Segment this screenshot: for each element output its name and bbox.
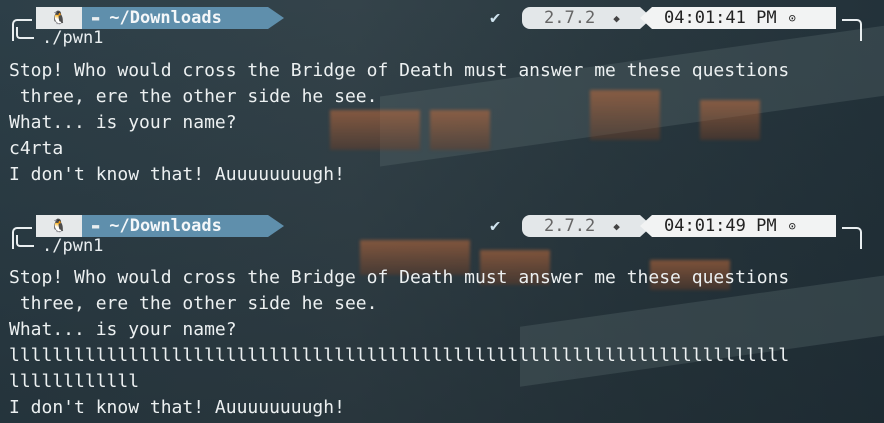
clock-icon: ⊙ xyxy=(788,219,796,233)
output-line: c4rta xyxy=(9,138,64,159)
tux-icon: 🐧 xyxy=(50,218,68,234)
output-line: Stop! Who would cross the Bridge of Deat… xyxy=(9,60,790,81)
ruby-gem-icon: ◆ xyxy=(613,219,620,233)
ruby-gem-icon: ◆ xyxy=(613,11,620,25)
output-line: I don't know that! Auuuuuuuugh! xyxy=(9,397,345,418)
status-check-icon: ✔ xyxy=(490,216,501,236)
prompt-bracket-right xyxy=(842,227,862,249)
output-line: What... is your name? xyxy=(9,112,237,133)
command-text: ./pwn1 xyxy=(42,236,104,256)
prompt-corner xyxy=(16,235,34,247)
output-line: I don't know that! Auuuuuuuugh! xyxy=(9,164,345,185)
os-segment: 🐧 xyxy=(36,7,82,29)
output-line: llllllllllllllllllllllllllllllllllllllll… xyxy=(9,345,790,366)
time-segment: 04:01:41 PM ⊙ xyxy=(640,7,836,29)
command-line: ./pwn1 xyxy=(16,27,103,48)
directory-path: ~/Downloads xyxy=(109,216,222,236)
prompt-line: 🐧 ▬ ~/Downloads ✔ 2.7.2 ◆ 04:01:41 PM ⊙ … xyxy=(8,7,868,51)
os-segment: 🐧 xyxy=(36,215,82,237)
version-segment: 2.7.2 ◆ xyxy=(522,215,652,237)
time-text: 04:01:41 PM xyxy=(664,8,777,28)
clock-icon: ⊙ xyxy=(788,11,796,25)
directory-path: ~/Downloads xyxy=(109,8,222,28)
version-segment: 2.7.2 ◆ xyxy=(522,7,652,29)
output-line: three, ere the other side he see. xyxy=(9,293,378,314)
output-line: three, ere the other side he see. xyxy=(9,86,378,107)
tux-icon: 🐧 xyxy=(50,10,68,26)
version-text: 2.7.2 xyxy=(544,216,596,236)
prompt-bracket-right xyxy=(842,19,862,41)
status-check-icon: ✔ xyxy=(490,8,501,28)
prompt-corner xyxy=(16,27,34,39)
output-line: llllllllllll xyxy=(9,371,140,392)
time-segment: 04:01:49 PM ⊙ xyxy=(640,215,836,237)
directory-segment: ▬ ~/Downloads xyxy=(82,215,284,237)
time-text: 04:01:49 PM xyxy=(664,216,777,236)
folder-icon: ▬ xyxy=(92,11,100,25)
output-line: What... is your name? xyxy=(9,319,237,340)
folder-icon: ▬ xyxy=(92,219,100,233)
directory-segment: ▬ ~/Downloads xyxy=(82,7,284,29)
prompt-line: 🐧 ▬ ~/Downloads ✔ 2.7.2 ◆ 04:01:49 PM ⊙ … xyxy=(8,215,868,259)
terminal-window[interactable]: 🐧 ▬ ~/Downloads ✔ 2.7.2 ◆ 04:01:41 PM ⊙ … xyxy=(0,0,884,423)
command-line: ./pwn1 xyxy=(16,235,103,256)
version-text: 2.7.2 xyxy=(544,8,596,28)
output-line: Stop! Who would cross the Bridge of Deat… xyxy=(9,267,790,288)
command-text: ./pwn1 xyxy=(42,28,104,48)
